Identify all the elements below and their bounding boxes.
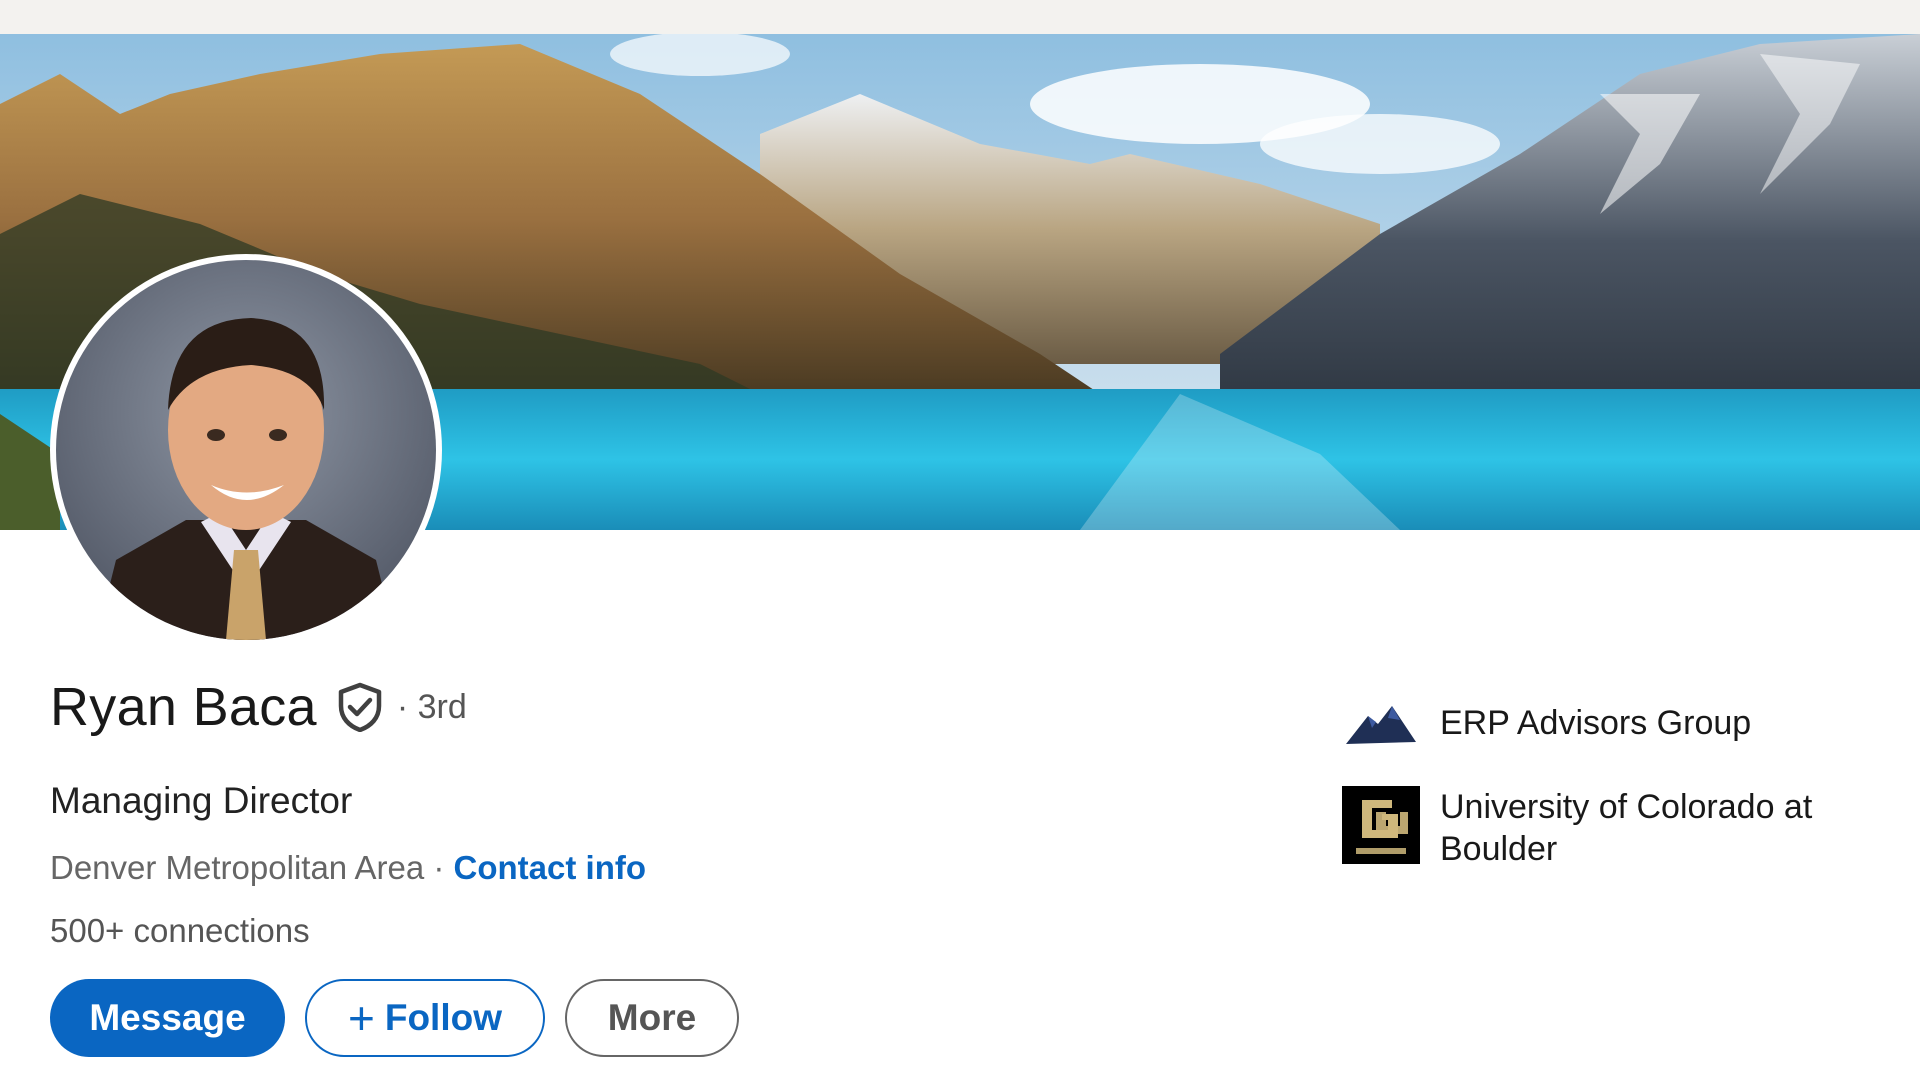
- education-school[interactable]: University of Colorado at Boulder: [1342, 786, 1860, 870]
- company-name: ERP Advisors Group: [1440, 704, 1752, 742]
- follow-label: Follow: [384, 997, 503, 1038]
- plus-icon: +: [347, 992, 375, 1044]
- profile-avatar[interactable]: [50, 254, 442, 646]
- follow-button[interactable]: + Follow: [305, 979, 545, 1057]
- shield-check-icon[interactable]: [335, 682, 385, 733]
- profile-actions: Message + Follow More: [50, 979, 739, 1057]
- connections-count[interactable]: 500+ connections: [50, 912, 310, 950]
- profile-card: Ryan Baca · 3rd Managing Director Denver…: [0, 34, 1920, 1080]
- connection-degree: · 3rd: [396, 687, 467, 726]
- message-button[interactable]: Message: [50, 979, 285, 1057]
- profile-name: Ryan Baca: [50, 677, 317, 737]
- mountain-logo-icon: [1342, 684, 1420, 762]
- profile-headline: Managing Director: [50, 780, 353, 821]
- cu-boulder-logo-icon: [1342, 786, 1420, 864]
- contact-info-link[interactable]: Contact info: [454, 849, 646, 886]
- current-company[interactable]: ERP Advisors Group: [1342, 684, 1860, 762]
- school-name: University of Colorado at Boulder: [1440, 788, 1813, 868]
- more-button[interactable]: More: [565, 979, 739, 1057]
- experience-education-panel: ERP Advisors Group University of Colorad…: [1342, 684, 1860, 894]
- profile-location: Denver Metropolitan Area ·: [50, 849, 445, 886]
- location-row: Denver Metropolitan Area · Contact info: [50, 849, 646, 887]
